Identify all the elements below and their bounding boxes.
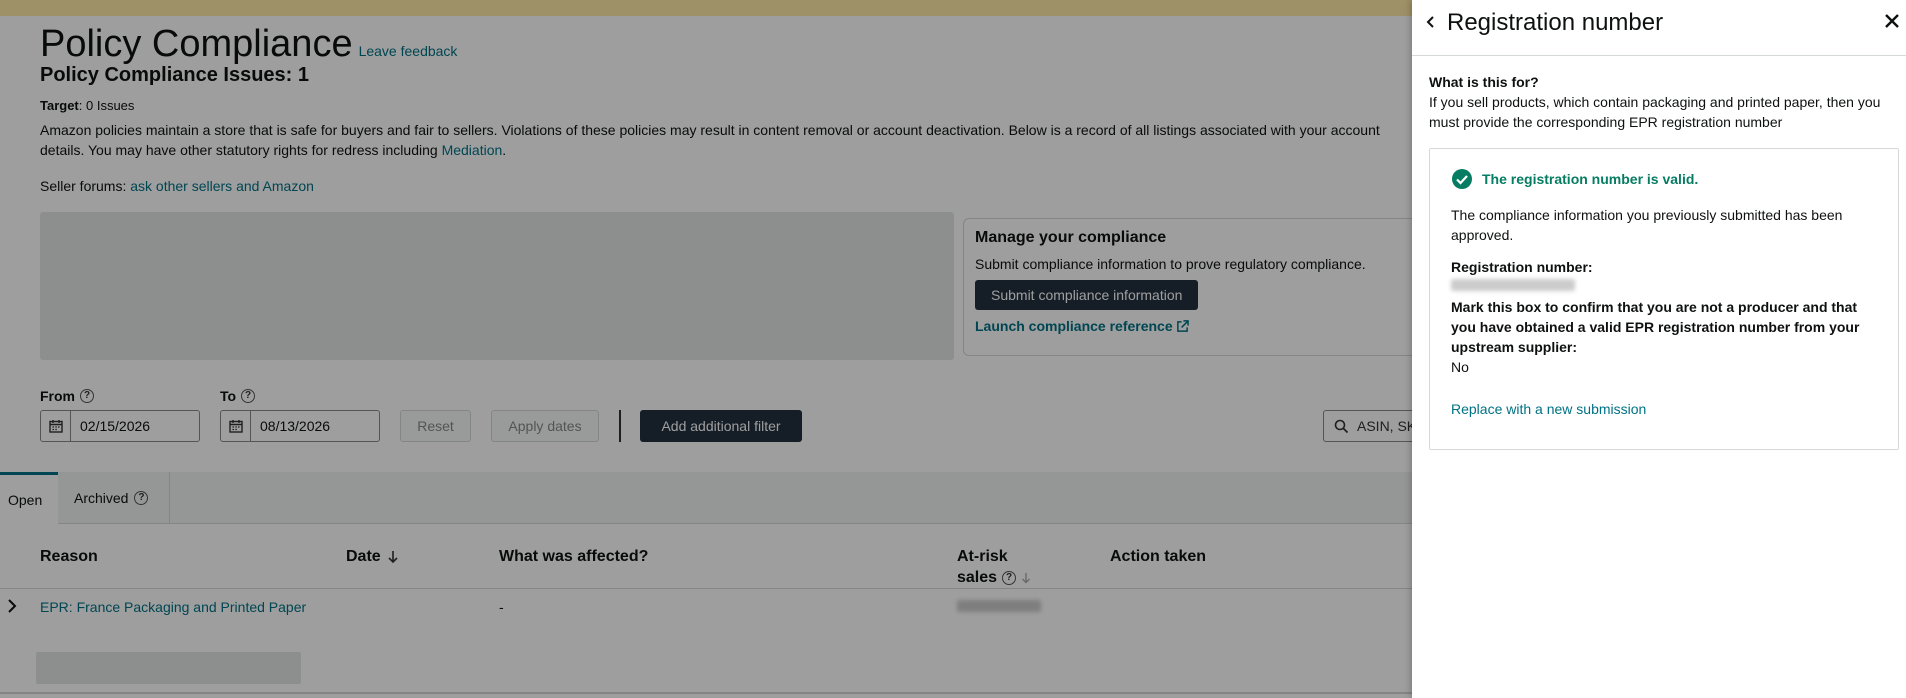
registration-number-value-blurred bbox=[1451, 279, 1575, 291]
producer-confirmation-label: Mark this box to confirm that you are no… bbox=[1451, 299, 1860, 355]
valid-status: The registration number is valid. bbox=[1451, 168, 1877, 190]
close-icon[interactable] bbox=[1884, 13, 1900, 29]
modal-overlay[interactable] bbox=[0, 0, 1412, 698]
registration-number-panel: Registration number What is this for? If… bbox=[1412, 0, 1906, 698]
valid-status-text: The registration number is valid. bbox=[1482, 171, 1699, 187]
producer-confirmation-value: No bbox=[1451, 359, 1469, 375]
replace-submission-link[interactable]: Replace with a new submission bbox=[1451, 401, 1877, 417]
panel-title: Registration number bbox=[1447, 9, 1664, 36]
registration-status-card: The registration number is valid. The co… bbox=[1429, 148, 1899, 450]
registration-number-label: Registration number: bbox=[1451, 259, 1593, 275]
purpose-question: What is this for? bbox=[1429, 74, 1539, 90]
check-circle-icon bbox=[1452, 169, 1472, 189]
status-detail: The compliance information you previousl… bbox=[1451, 207, 1843, 243]
purpose-answer: If you sell products, which contain pack… bbox=[1429, 94, 1881, 130]
back-chevron-icon[interactable] bbox=[1424, 13, 1438, 31]
panel-header: Registration number bbox=[1412, 0, 1906, 56]
